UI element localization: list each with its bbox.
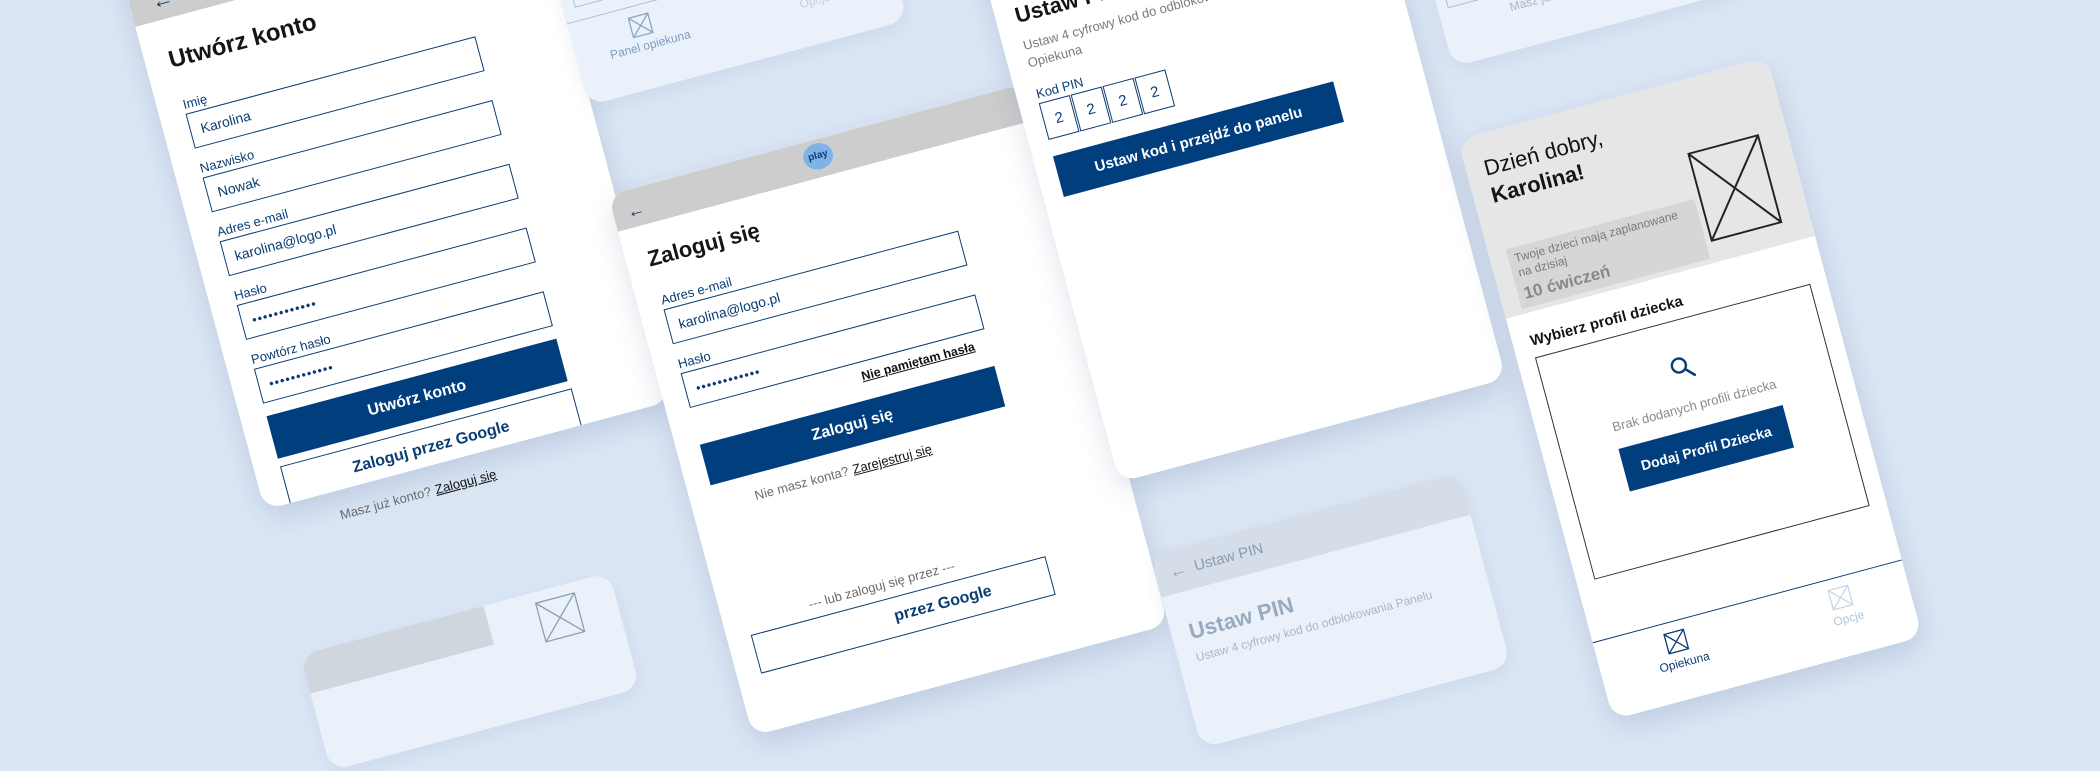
register-link[interactable]: Zarejestruj się: [851, 441, 934, 477]
faded-divider: [566, 0, 886, 25]
register-topbar: ←: [112, 0, 541, 27]
have-account-text: Masz już konto?: [338, 483, 433, 523]
caregiver-faded-card: Panel opiekuna Opcje: [536, 0, 908, 106]
bottom-left-faded-card: [300, 572, 641, 771]
caregiver-tab-label[interactable]: Opiekuna: [1658, 649, 1711, 676]
options-tab-label[interactable]: Opcje: [798, 0, 832, 11]
options-tab-icon[interactable]: [1827, 584, 1854, 611]
back-arrow-icon[interactable]: ←: [625, 198, 648, 223]
faded-header-bar: [1150, 472, 1471, 598]
faded-field: [1439, 0, 1711, 9]
dashboard-card: Dzień dobry, Karolina! Twoje dzieci mają…: [1458, 57, 1923, 720]
faded-have-account: Masz już konto?: [1508, 0, 1595, 14]
top-right-faded-card: Masz już konto?: [1404, 0, 1744, 67]
back-arrow-icon[interactable]: ←: [148, 0, 176, 15]
login-link[interactable]: Zaloguj się: [433, 466, 498, 497]
options-tab-label[interactable]: Opcje: [1832, 607, 1866, 629]
app-logo: play: [800, 139, 836, 173]
login-topbar: ← play: [608, 83, 1034, 232]
panel-tab-icon[interactable]: [627, 12, 654, 39]
register-title: Utwórz konto: [165, 8, 320, 74]
placeholder-image-icon: [534, 592, 586, 643]
faded-gray-bar: [300, 605, 494, 694]
caregiver-tab-icon[interactable]: [1663, 628, 1690, 655]
login-title: Zaloguj się: [644, 217, 763, 272]
set-pin-faded-card: ← Ustaw PIN Ustaw PIN Ustaw 4 cyfrowy ko…: [1150, 472, 1511, 749]
tabbar-divider: [1592, 559, 1902, 644]
